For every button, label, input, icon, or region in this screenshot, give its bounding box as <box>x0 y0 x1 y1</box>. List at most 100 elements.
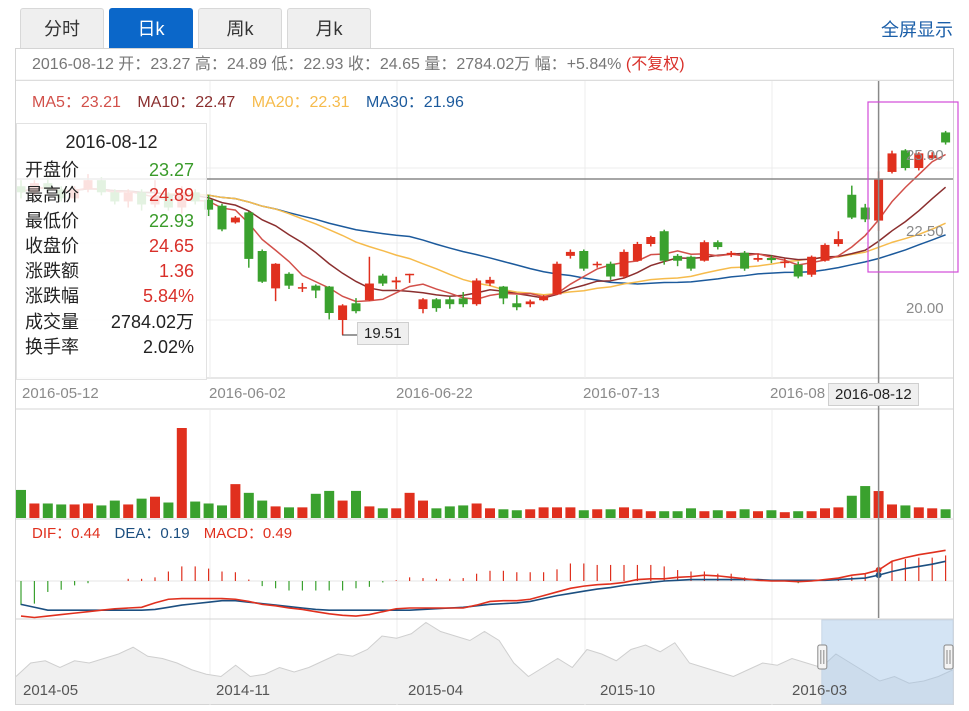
tooltip-date: 2016-08-12 <box>65 132 158 152</box>
candle-body <box>284 273 294 286</box>
tooltip-label: 涨跌额 <box>25 261 79 282</box>
volume-bar <box>16 489 26 518</box>
volume-bar <box>203 503 214 518</box>
candle-body <box>833 239 843 244</box>
tooltip-value: 2.02% <box>142 337 194 358</box>
volume-bar <box>391 508 402 518</box>
candle-body <box>351 303 361 312</box>
tooltip-value: 23.27 <box>148 160 194 180</box>
candle-body <box>592 263 602 266</box>
volume-bar <box>471 503 482 518</box>
ma10-label: MA10：22.47 <box>137 94 236 111</box>
volume-bar <box>310 493 321 518</box>
candle-body <box>244 212 254 259</box>
candle-body <box>740 252 750 269</box>
tooltip-row-turnover: 换手率 2.02% <box>17 335 206 360</box>
volume-bar <box>820 508 830 518</box>
navigator-handle[interactable] <box>943 644 954 670</box>
volume-bar <box>645 511 656 518</box>
info-close: 24.65 <box>379 56 420 73</box>
volume-bar <box>726 511 737 518</box>
volume-bar <box>230 484 241 518</box>
date-tick: 2016-05-12 <box>22 385 99 402</box>
tooltip-value: 24.89 <box>148 185 194 206</box>
date-tick: 2016-06-02 <box>209 385 286 402</box>
tooltip-value: 1.36 <box>158 261 194 282</box>
candle-body <box>713 242 723 248</box>
ma30-label: MA30：21.96 <box>366 94 464 111</box>
volume-bar <box>578 510 589 518</box>
volume-bar <box>887 504 897 518</box>
volume-bar <box>659 511 670 518</box>
tooltip-row-close: 收盘价 24.65 <box>17 234 206 259</box>
adjust-mode[interactable]: (不复权) <box>626 56 685 73</box>
tooltip-row-open: 开盘价 23.27 <box>17 158 206 183</box>
candle-body <box>485 279 495 284</box>
volume-bar <box>458 505 469 518</box>
volume-bar <box>739 509 750 518</box>
candle-body <box>338 305 348 320</box>
volume-bar <box>900 505 911 518</box>
volume-bar <box>485 508 495 518</box>
candle-body <box>364 283 374 301</box>
info-close-label: 收： <box>347 56 380 73</box>
volume-bar <box>29 503 40 518</box>
volume-bar <box>418 500 428 518</box>
ma20-label: MA20：22.31 <box>251 94 350 111</box>
candle-body <box>673 255 683 261</box>
candle-body <box>847 194 857 218</box>
candle-body <box>766 257 776 261</box>
volume-bar <box>377 508 388 518</box>
candle-body <box>405 273 415 276</box>
candle-body <box>431 299 441 309</box>
tooltip-value: 2784.02万 <box>110 311 194 332</box>
volume-bar <box>257 500 268 518</box>
info-change: +5.84% <box>566 56 622 73</box>
volume-bar <box>766 510 777 518</box>
candle-body <box>445 299 455 305</box>
info-volume: 2784.02万 <box>456 56 531 73</box>
volume-bar <box>806 511 817 518</box>
candle-body <box>659 231 669 261</box>
candle-body <box>472 280 482 305</box>
volume-bar <box>552 507 562 518</box>
candle-body <box>632 244 642 261</box>
candle-body <box>780 261 790 264</box>
info-date: 2016-08-12 <box>32 56 114 73</box>
volume-bar <box>56 504 67 518</box>
volume-bar <box>176 428 187 518</box>
volume-bar <box>284 507 294 518</box>
ma5-label: MA5：23.21 <box>32 94 121 111</box>
volume-bar <box>123 504 134 518</box>
min-price-label: 19.51 <box>357 322 409 345</box>
macd-panel <box>20 549 947 619</box>
volume-bar <box>779 512 790 518</box>
macd-label: MACD：0.49 <box>203 525 293 542</box>
info-low-label: 低： <box>271 56 304 73</box>
volume-bar <box>605 509 616 518</box>
candle-body <box>619 251 629 277</box>
volume-bar <box>83 503 93 518</box>
candle-body <box>606 263 616 277</box>
tooltip-row-high: 最高价 24.89 <box>17 183 206 208</box>
date-tick: 2016-06-22 <box>396 385 473 402</box>
candle-body <box>699 242 709 261</box>
candle-body <box>458 298 468 305</box>
dif-label: DIF：0.44 <box>32 525 101 542</box>
nav-date-tick: 2015-04 <box>408 682 464 699</box>
volume-bar <box>444 506 455 518</box>
tooltip-label: 收盘价 <box>25 235 79 256</box>
info-high-label: 高： <box>194 56 227 73</box>
volume-bar <box>632 509 643 518</box>
candle-body <box>391 280 401 283</box>
candle-body <box>217 205 227 230</box>
candle-body <box>753 257 763 260</box>
volume-bar <box>351 490 361 518</box>
volume-bar <box>940 509 951 518</box>
candle-body <box>512 303 522 308</box>
volume-bar <box>96 505 107 518</box>
navigator-handle[interactable] <box>817 644 828 670</box>
tooltip-row-volume: 成交量 2784.02万 <box>17 310 206 335</box>
candle-body <box>525 301 535 305</box>
volume-bar <box>927 508 938 518</box>
